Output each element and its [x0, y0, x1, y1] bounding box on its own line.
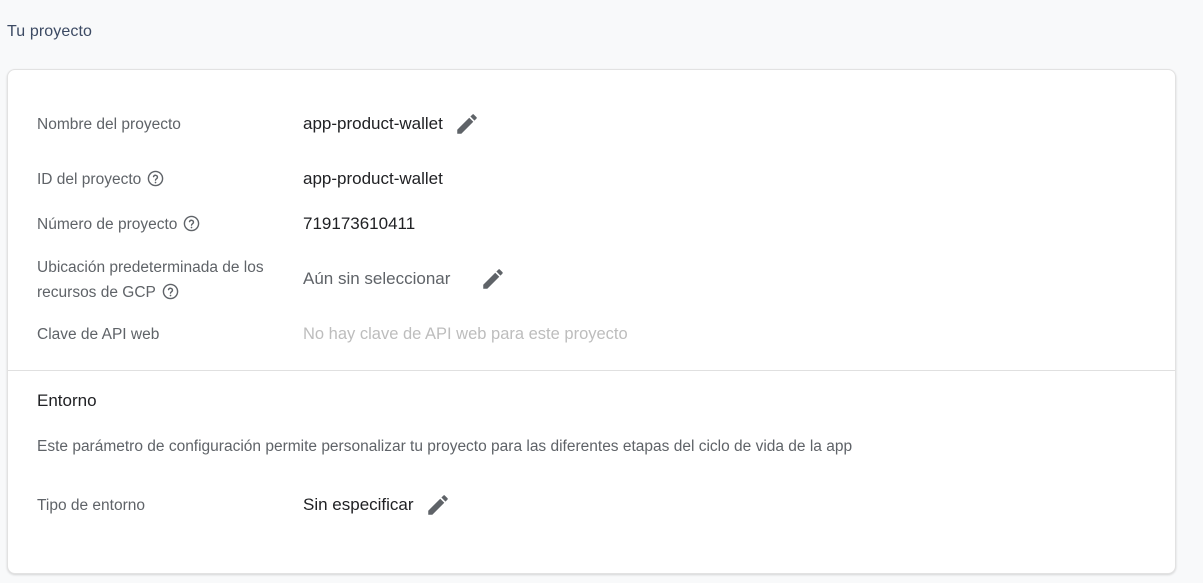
location-value: Aún sin seleccionar: [303, 269, 451, 288]
project-name-label: Nombre del proyecto: [37, 116, 181, 133]
edit-environment-pencil-icon[interactable]: [425, 492, 451, 518]
help-icon[interactable]: [162, 283, 179, 300]
environment-type-value: Sin especificar: [303, 495, 414, 514]
edit-location-pencil-icon[interactable]: [480, 266, 506, 292]
location-label-line2: recursos de GCP: [37, 284, 156, 301]
environment-type-label: Tipo de entorno: [37, 497, 146, 514]
section-divider: [8, 370, 1175, 371]
environment-description: Este parámetro de configuración permite …: [37, 438, 853, 455]
environment-section-title: Entorno: [37, 391, 97, 410]
project-number-label: Número de proyecto: [37, 216, 178, 233]
page-title: Tu proyecto: [7, 23, 92, 40]
project-settings-card: Nombre del proyecto app-product-wallet I…: [7, 69, 1176, 574]
api-key-label: Clave de API web: [37, 326, 160, 343]
edit-project-name-pencil-icon[interactable]: [454, 111, 480, 137]
environment-type-value-group: Sin especificar: [303, 492, 451, 518]
project-number-label-group: Número de proyecto: [37, 212, 200, 237]
project-id-value: app-product-wallet: [303, 169, 443, 188]
help-icon[interactable]: [147, 170, 164, 187]
help-icon[interactable]: [183, 215, 200, 232]
location-label-group: Ubicación predeterminada de los recursos…: [37, 255, 264, 305]
project-id-label: ID del proyecto: [37, 171, 142, 188]
project-id-label-group: ID del proyecto: [37, 167, 164, 192]
location-value-group: Aún sin seleccionar: [303, 266, 506, 292]
project-number-value: 719173610411: [303, 214, 416, 233]
api-key-value: No hay clave de API web para este proyec…: [303, 325, 628, 343]
project-name-value-group: app-product-wallet: [303, 111, 480, 137]
location-label-line1: Ubicación predeterminada de los: [37, 259, 264, 276]
project-name-value: app-product-wallet: [303, 114, 443, 133]
